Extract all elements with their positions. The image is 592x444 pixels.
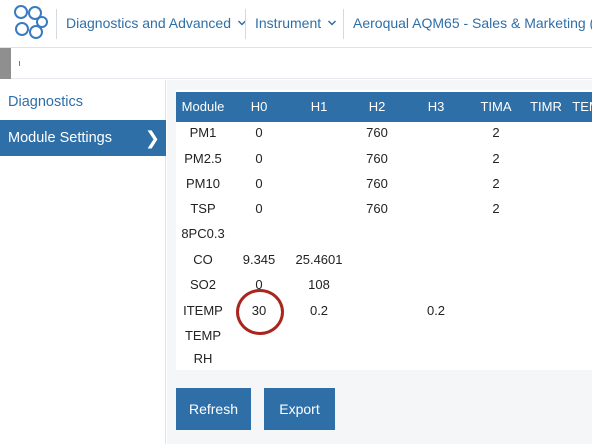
table-cell: 760 xyxy=(366,176,388,191)
breadcrumb-instrument[interactable]: Instrument xyxy=(255,15,337,31)
table-cell: 2 xyxy=(492,151,500,166)
column-header[interactable]: H3 xyxy=(428,99,445,114)
column-header[interactable]: Module xyxy=(182,99,225,114)
table-cell: 760 xyxy=(366,125,388,140)
header-divider xyxy=(343,9,344,39)
breadcrumb-instrument-name[interactable]: Aeroqual AQM65 - Sales & Marketing (A xyxy=(353,15,592,31)
sidebar-item-label: Diagnostics xyxy=(8,94,83,110)
column-header[interactable]: H2 xyxy=(369,99,386,114)
breadcrumb-diagnostics-advanced[interactable]: Diagnostics and Advanced xyxy=(66,15,247,31)
toolbar-strip xyxy=(0,48,592,79)
table-cell: 0 xyxy=(255,201,263,216)
table-cell: 760 xyxy=(366,151,388,166)
export-button[interactable]: Export xyxy=(264,388,335,430)
top-header: Diagnostics and Advanced Instrument Aero… xyxy=(0,0,592,48)
table-cell: 0.2 xyxy=(426,303,446,318)
breadcrumb-label: Aeroqual AQM65 - Sales & Marketing (A xyxy=(353,15,592,31)
column-header[interactable]: TIMR xyxy=(530,99,562,114)
table-cell: 0 xyxy=(255,176,263,191)
chevron-down-icon xyxy=(328,20,337,26)
strip-tick xyxy=(19,61,20,66)
table-cell-module: PM2.5 xyxy=(184,151,222,166)
logo-icon[interactable] xyxy=(13,5,49,41)
table-cell-module: TSP xyxy=(190,201,216,216)
table-cell: 2 xyxy=(492,125,500,140)
refresh-button[interactable]: Refresh xyxy=(176,388,251,430)
column-header[interactable]: TIMA xyxy=(480,99,511,114)
table-cell: 0.2 xyxy=(309,303,329,318)
sidebar-item-label: Module Settings xyxy=(8,130,112,146)
column-header[interactable]: H1 xyxy=(311,99,328,114)
breadcrumb-label: Instrument xyxy=(255,15,322,31)
highlight-circle xyxy=(236,289,284,335)
table-cell-module: 8PC0.3 xyxy=(181,226,225,241)
sidebar: Diagnostics Module Settings ❯ xyxy=(0,80,166,444)
table-cell: 108 xyxy=(308,277,330,292)
header-divider xyxy=(56,9,57,39)
table-cell: 9.345 xyxy=(242,252,276,267)
breadcrumb-label: Diagnostics and Advanced xyxy=(66,15,231,31)
table-cell-module: TEMP xyxy=(184,328,222,343)
column-header[interactable]: H0 xyxy=(251,99,268,114)
table-cell: 2 xyxy=(492,176,500,191)
table-cell: 760 xyxy=(366,201,388,216)
table-cell-module: PM10 xyxy=(186,176,220,191)
column-header[interactable]: TEM xyxy=(572,99,592,114)
table-cell: 0 xyxy=(255,125,263,140)
chevron-right-icon: ❯ xyxy=(144,128,160,148)
table-cell-module: SO2 xyxy=(189,277,217,292)
table-cell-module: RH xyxy=(193,351,213,366)
strip-marker xyxy=(0,48,11,79)
table-cell-module: ITEMP xyxy=(183,303,223,318)
table-cell: 25.4601 xyxy=(295,252,343,267)
sidebar-item-diagnostics[interactable]: Diagnostics xyxy=(0,84,166,120)
header-divider xyxy=(245,9,246,39)
table-cell-module: CO xyxy=(193,252,213,267)
table-cell: 2 xyxy=(492,201,500,216)
table-cell-module: PM1 xyxy=(189,125,217,140)
sidebar-item-module-settings[interactable]: Module Settings ❯ xyxy=(0,120,166,156)
table-cell: 0 xyxy=(255,151,263,166)
